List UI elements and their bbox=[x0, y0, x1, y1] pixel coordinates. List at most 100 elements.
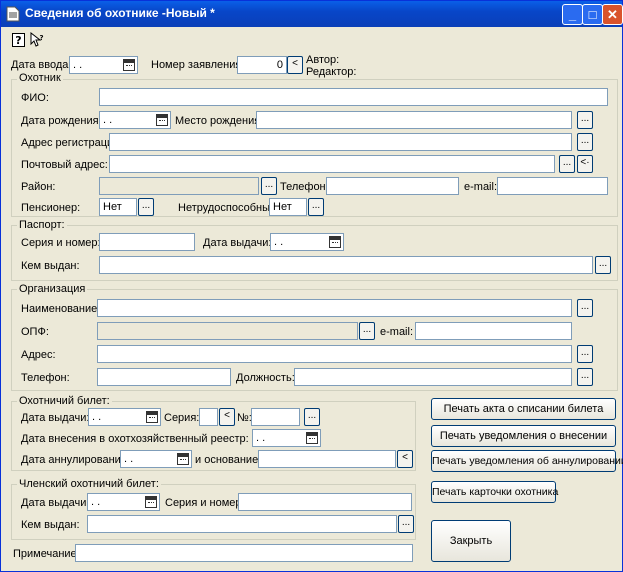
passport-issued-by-label: Кем выдан: bbox=[21, 260, 80, 272]
entry-date-field[interactable]: . . bbox=[69, 56, 138, 74]
calendar-icon[interactable] bbox=[123, 59, 135, 71]
calendar-icon[interactable] bbox=[145, 496, 157, 508]
minimize-button[interactable]: _ bbox=[562, 4, 583, 25]
org-email-label: e-mail: bbox=[380, 326, 414, 338]
ticket-number-select-button[interactable]: ... bbox=[304, 408, 320, 426]
reg-address-label: Адрес регистрации: bbox=[21, 137, 123, 149]
email-field[interactable] bbox=[497, 177, 608, 195]
ticket-series-field[interactable] bbox=[199, 408, 218, 426]
phone-field[interactable] bbox=[326, 177, 459, 195]
passport-group-label: Паспорт: bbox=[17, 219, 67, 231]
chevron-left-icon: < bbox=[224, 410, 230, 421]
hunter-group-label: Охотник bbox=[17, 72, 63, 84]
note-field[interactable] bbox=[75, 544, 413, 562]
district-field[interactable] bbox=[99, 177, 259, 195]
print-cancel-notice-button[interactable]: Печать уведомления об аннулировании bbox=[431, 450, 623, 472]
title-bar: Сведения об охотнике -Новый * _ □ ✕ bbox=[1, 1, 623, 27]
org-phone-field[interactable] bbox=[97, 368, 231, 386]
org-position-select-button[interactable]: ... bbox=[577, 368, 593, 386]
hunting-ticket-group-label: Охотничий билет: bbox=[17, 395, 112, 407]
registry-date-field[interactable]: . . bbox=[252, 429, 321, 447]
passport-issue-date-field[interactable]: . . bbox=[270, 233, 344, 251]
reg-address-select-button[interactable]: ... bbox=[577, 133, 593, 151]
ticket-number-label: №: bbox=[237, 412, 252, 424]
pensioner-select-button[interactable]: ... bbox=[138, 198, 154, 216]
reg-address-field[interactable] bbox=[109, 133, 572, 151]
cancel-reason-field[interactable] bbox=[258, 450, 396, 468]
calendar-icon[interactable] bbox=[146, 411, 158, 423]
cancel-reason-select-button[interactable]: < bbox=[397, 450, 413, 468]
pensioner-field[interactable]: Нет bbox=[99, 198, 137, 216]
postal-address-select-button[interactable]: ... bbox=[559, 155, 575, 173]
birth-date-field[interactable]: . . bbox=[99, 111, 171, 129]
passport-issued-by-field[interactable] bbox=[99, 256, 593, 274]
member-issued-by-field[interactable] bbox=[87, 515, 397, 533]
birth-date-label: Дата рождения: bbox=[21, 115, 102, 127]
postal-address-label: Почтовый адрес: bbox=[21, 159, 108, 171]
entry-date-label: Дата ввода: bbox=[11, 59, 72, 71]
member-issued-by-select-button[interactable]: ... bbox=[398, 515, 414, 533]
fio-field[interactable] bbox=[99, 88, 608, 106]
phone-label: Телефон: bbox=[280, 181, 329, 193]
context-help-icon[interactable]: ? bbox=[29, 32, 45, 48]
ticket-series-select-button[interactable]: < bbox=[219, 408, 235, 426]
postal-address-field[interactable] bbox=[109, 155, 555, 173]
org-position-label: Должность: bbox=[236, 372, 295, 384]
application-number-field[interactable]: 0 bbox=[237, 56, 287, 74]
calendar-icon[interactable] bbox=[177, 453, 189, 465]
org-address-field[interactable] bbox=[97, 345, 572, 363]
print-entry-notice-button[interactable]: Печать уведомления о внесении bbox=[431, 425, 616, 447]
print-card-button[interactable]: Печать карточки охотника bbox=[431, 481, 558, 503]
application-number-select-button[interactable]: < bbox=[287, 56, 303, 74]
cancel-date-field[interactable]: . . bbox=[120, 450, 192, 468]
member-series-field[interactable] bbox=[238, 493, 412, 511]
ellipsis-icon: ... bbox=[562, 157, 572, 168]
postal-address-copy-button[interactable]: <· bbox=[577, 155, 593, 173]
calendar-icon[interactable] bbox=[329, 236, 341, 248]
disabled-select-button[interactable]: ... bbox=[308, 198, 324, 216]
ellipsis-icon: ... bbox=[580, 113, 590, 124]
ticket-number-field[interactable] bbox=[251, 408, 300, 426]
ellipsis-icon: ... bbox=[362, 324, 372, 335]
org-address-select-button[interactable]: ... bbox=[577, 345, 593, 363]
opf-select-button[interactable]: ... bbox=[359, 322, 375, 340]
ticket-issue-date-field[interactable]: . . bbox=[88, 408, 161, 426]
close-window-button[interactable]: ✕ bbox=[602, 4, 623, 25]
maximize-button[interactable]: □ bbox=[582, 4, 603, 25]
opf-field[interactable] bbox=[97, 322, 358, 340]
print-writeoff-button[interactable]: Печать акта о списании билета bbox=[431, 398, 616, 420]
birth-place-select-button[interactable]: ... bbox=[577, 111, 593, 129]
help-icon[interactable]: ? bbox=[11, 32, 27, 48]
calendar-icon[interactable] bbox=[306, 432, 318, 444]
org-name-field[interactable] bbox=[97, 299, 572, 317]
member-issue-date-field[interactable]: . . bbox=[87, 493, 160, 511]
org-position-field[interactable] bbox=[294, 368, 572, 386]
member-ticket-group-label: Членский охотничий билет: bbox=[17, 478, 161, 490]
ellipsis-icon: ... bbox=[311, 200, 321, 211]
maximize-icon: □ bbox=[588, 7, 597, 22]
copy-arrow-icon: <· bbox=[580, 157, 590, 168]
disabled-field[interactable]: Нет bbox=[269, 198, 307, 216]
ticket-issue-date-label: Дата выдачи: bbox=[21, 412, 90, 424]
calendar-icon[interactable] bbox=[156, 114, 168, 126]
birth-place-label: Место рождения: bbox=[175, 115, 264, 127]
passport-series-field[interactable] bbox=[99, 233, 195, 251]
svg-text:?: ? bbox=[15, 34, 21, 47]
org-name-select-button[interactable]: ... bbox=[577, 299, 593, 317]
district-label: Район: bbox=[21, 181, 56, 193]
disabled-label: Нетрудоспособный: bbox=[178, 202, 280, 214]
birth-place-field[interactable] bbox=[256, 111, 572, 129]
close-button[interactable]: Закрыть bbox=[431, 520, 511, 562]
ellipsis-icon: ... bbox=[264, 179, 274, 190]
district-select-button[interactable]: ... bbox=[261, 177, 277, 195]
email-label: e-mail: bbox=[464, 181, 498, 193]
org-email-field[interactable] bbox=[415, 322, 572, 340]
passport-issued-by-select-button[interactable]: ... bbox=[595, 256, 611, 274]
ellipsis-icon: ... bbox=[307, 410, 317, 421]
ellipsis-icon: ... bbox=[580, 301, 590, 312]
document-icon bbox=[6, 6, 20, 22]
pensioner-label: Пенсионер: bbox=[21, 202, 81, 214]
fio-label: ФИО: bbox=[21, 92, 49, 104]
org-phone-label: Телефон: bbox=[21, 372, 70, 384]
passport-issue-date-label: Дата выдачи: bbox=[203, 237, 272, 249]
